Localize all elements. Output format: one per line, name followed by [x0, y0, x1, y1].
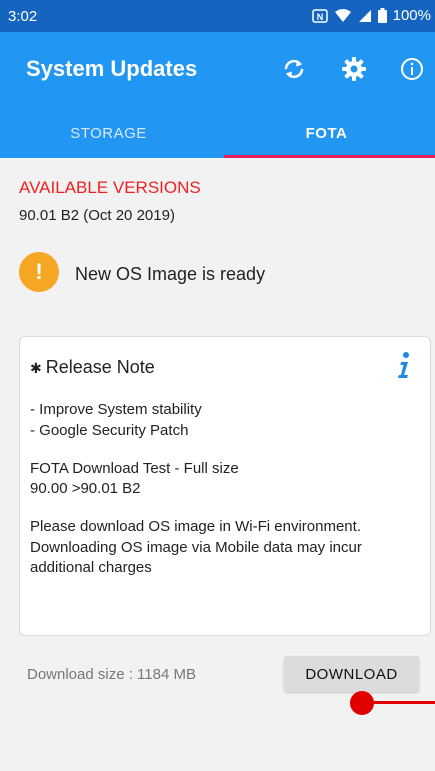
tab-bar: STORAGE FOTA	[0, 108, 435, 158]
app-bar: System Updates	[0, 32, 435, 108]
alert-text: New OS Image is ready	[75, 264, 266, 284]
release-note-line: - Improve System stability	[30, 401, 202, 418]
nfc-icon: N	[311, 8, 328, 23]
gear-icon[interactable]	[337, 52, 371, 86]
battery-icon	[377, 8, 387, 23]
info-icon[interactable]	[395, 52, 429, 86]
sync-icon[interactable]	[277, 52, 311, 86]
status-time: 3:02	[8, 8, 38, 25]
version-text: 90.01 B2 (Oct 20 2019)	[19, 207, 175, 224]
asterisk-icon: ✱	[30, 360, 42, 376]
alert-icon: !	[19, 252, 59, 292]
tab-indicator	[224, 155, 435, 158]
status-bar: 3:02 N 100%	[0, 0, 435, 32]
release-note-heading: ✱ Release Note	[30, 357, 155, 378]
info-italic-icon	[396, 351, 412, 384]
tap-indicator-line	[368, 701, 435, 704]
release-note-card: ✱ Release Note - Improve System stability…	[19, 336, 431, 636]
status-icons: N 100%	[311, 7, 431, 24]
download-button[interactable]: DOWNLOAD	[284, 656, 419, 692]
tap-indicator-dot	[350, 691, 374, 715]
svg-text:N: N	[316, 12, 323, 22]
release-note-line: - Google Security Patch	[30, 422, 189, 439]
release-note-line: additional charges	[30, 559, 152, 576]
release-note-line: FOTA Download Test - Full size	[30, 460, 239, 477]
tab-storage[interactable]: STORAGE	[0, 108, 217, 158]
available-versions-heading: AVAILABLE VERSIONS	[19, 178, 201, 197]
cell-signal-icon	[358, 9, 372, 23]
release-note-title: Release Note	[45, 357, 155, 377]
battery-percent: 100%	[392, 7, 431, 24]
release-note-line: Please download OS image in Wi-Fi enviro…	[30, 518, 361, 535]
wifi-icon	[334, 8, 352, 23]
release-note-line: Downloading OS image via Mobile data may…	[30, 539, 362, 556]
release-note-line: 90.00 >90.01 B2	[30, 480, 141, 497]
app-title: System Updates	[26, 56, 198, 81]
download-size-label: Download size : 1184 MB	[27, 666, 196, 683]
tab-fota[interactable]: FOTA	[218, 108, 435, 158]
